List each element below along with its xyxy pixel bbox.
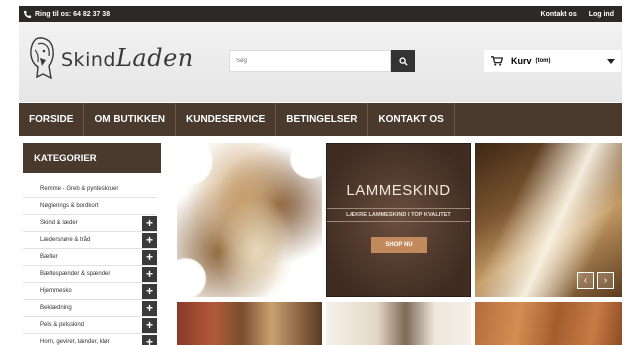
expand-plus-icon[interactable]: + [142, 334, 157, 345]
category-item[interactable]: Pels & pelsskind + [23, 317, 157, 334]
expand-plus-icon[interactable]: + [142, 232, 157, 248]
shop-now-button[interactable]: SHOP NU [371, 237, 427, 253]
category-item[interactable]: Bæltespænder & spænder + [23, 266, 157, 283]
phone-icon [23, 10, 32, 18]
main-nav: FORSIDE OM BUTIKKEN KUNDESERVICE BETINGE… [19, 103, 622, 136]
category-item[interactable]: Lædersnøre & tråd + [23, 232, 157, 249]
fur-closeup-image[interactable]: ‹ › [475, 143, 622, 297]
category-label: Bæltespænder & spænder [40, 271, 111, 277]
category-label: Hjemmesko [40, 288, 72, 294]
category-label: Skind & læder [40, 220, 78, 226]
category-item[interactable]: Hjemmesko + [23, 283, 157, 300]
expand-plus-icon[interactable]: + [142, 249, 157, 265]
categories-title: KATEGORIER [23, 143, 161, 173]
nav-kontakt-os[interactable]: KONTAKT OS [368, 103, 455, 136]
category-list: Remme - Greb & pynteskruer Nøglerings & … [23, 181, 157, 345]
logo-text: SkindLaden [61, 44, 194, 72]
category-label: Beklædning [40, 305, 72, 311]
cart-dropdown[interactable]: Kurv (tom) [484, 50, 621, 72]
search-button[interactable] [391, 50, 415, 72]
banner-title: LAMMESKIND [346, 182, 451, 199]
shopping-cart-icon [491, 56, 503, 66]
search-icon [398, 56, 408, 66]
category-item[interactable]: Beklædning + [23, 300, 157, 317]
nav-kundeservice[interactable]: KUNDESERVICE [176, 103, 277, 136]
expand-plus-icon[interactable]: + [142, 300, 157, 316]
carousel-controls: ‹ › [577, 272, 614, 289]
expand-plus-icon[interactable]: + [142, 317, 157, 333]
category-item[interactable]: Remme - Greb & pynteskruer [23, 181, 157, 198]
nav-betingelser[interactable]: BETINGELSER [276, 103, 369, 136]
nav-om-butikken[interactable]: OM BUTIKKEN [84, 103, 177, 136]
category-label: Bælter [40, 254, 58, 260]
banner-subtitle: LÆKRE LAMMESKIND I TOP KVALITET [327, 208, 470, 222]
logo-word-laden: Laden [115, 44, 194, 72]
category-label: Remme - Greb & pynteskruer [40, 186, 119, 192]
login-link[interactable]: Log ind [589, 11, 614, 18]
product-tile-fur[interactable] [326, 302, 471, 345]
category-label: Nøglerings & bordkort [40, 203, 99, 209]
contact-link[interactable]: Kontakt os [541, 11, 577, 18]
sheepskin-image[interactable] [177, 143, 322, 297]
header: SkindLaden Kurv (tom) [19, 22, 622, 102]
phone-text: Ring til os: 64 82 37 38 [35, 10, 111, 18]
product-tile-leather[interactable] [475, 302, 622, 345]
lammeskind-banner[interactable]: LAMMESKIND LÆKRE LAMMESKIND I TOP KVALIT… [326, 143, 471, 297]
cart-status: (tom) [535, 58, 551, 64]
category-label: Horn, gevirer, tænder, klør [40, 339, 110, 345]
expand-plus-icon[interactable]: + [142, 215, 157, 231]
carousel-prev-button[interactable]: ‹ [577, 272, 594, 289]
category-label: Pels & pelsskind [40, 322, 85, 328]
product-tile-boots[interactable] [177, 302, 322, 345]
search-input[interactable] [229, 50, 391, 72]
expand-plus-icon[interactable]: + [142, 283, 157, 299]
category-item[interactable]: Bælter + [23, 249, 157, 266]
expand-plus-icon[interactable]: + [142, 266, 157, 282]
phone-contact: Ring til os: 64 82 37 38 [23, 6, 110, 22]
nav-forside[interactable]: FORSIDE [19, 103, 85, 136]
search-box [229, 50, 415, 72]
category-label: Lædersnøre & tråd [40, 237, 91, 243]
category-item[interactable]: Horn, gevirer, tænder, klør + [23, 334, 157, 345]
chevron-down-icon [607, 59, 615, 64]
sheepskin-image-edge [177, 143, 322, 297]
carousel-next-button[interactable]: › [597, 272, 614, 289]
horse-head-logo-icon [30, 37, 54, 80]
logo[interactable]: SkindLaden [27, 34, 194, 82]
category-item[interactable]: Nøglerings & bordkort [23, 198, 157, 215]
logo-word-skind: Skind [61, 49, 116, 71]
cart-label: Kurv [511, 56, 532, 66]
category-item[interactable]: Skind & læder + [23, 215, 157, 232]
top-bar: Ring til os: 64 82 37 38 Kontakt os Log … [19, 6, 622, 22]
